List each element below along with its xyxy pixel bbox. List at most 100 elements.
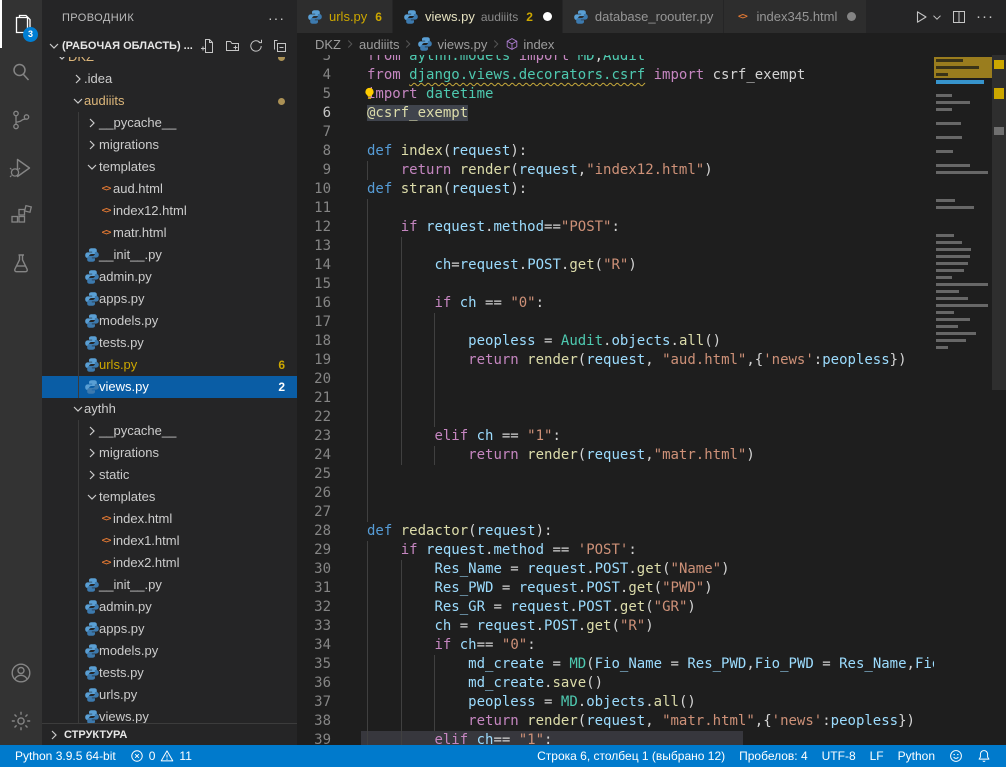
code-line-10[interactable]: 10def stran(request): xyxy=(297,180,1006,199)
testing-icon[interactable] xyxy=(0,240,42,288)
tree-item-__init__.py[interactable]: __init__.py xyxy=(42,574,297,596)
editor-more-actions-icon[interactable]: ··· xyxy=(974,6,996,28)
account-icon[interactable] xyxy=(0,649,42,697)
code-line-33[interactable]: 33 ch = request.POST.get("R") xyxy=(297,617,1006,636)
tree-item-static[interactable]: static xyxy=(42,464,297,486)
tab-index345.html[interactable]: <>index345.html xyxy=(724,0,867,33)
code-line-15[interactable]: 15 xyxy=(297,275,1006,294)
code-line-27[interactable]: 27 xyxy=(297,503,1006,522)
tree-item-urls.py[interactable]: urls.py6 xyxy=(42,354,297,376)
search-icon[interactable] xyxy=(0,48,42,96)
run-dropdown-icon[interactable] xyxy=(930,6,944,28)
new-folder-button[interactable] xyxy=(223,37,241,55)
status-problems[interactable]: 011 xyxy=(123,745,199,767)
status-encoding[interactable]: UTF-8 xyxy=(815,745,863,767)
status-notifications[interactable] xyxy=(970,745,998,767)
code-line-4[interactable]: 4from django.views.decorators.csrf impor… xyxy=(297,66,1006,85)
code-line-14[interactable]: 14 ch=request.POST.get("R") xyxy=(297,256,1006,275)
breadcrumb-item-DKZ[interactable]: DKZ xyxy=(315,37,341,52)
tree-item-__init__.py[interactable]: __init__.py xyxy=(42,244,297,266)
collapse-folders-button[interactable] xyxy=(271,37,289,55)
code-line-34[interactable]: 34 if ch== "0": xyxy=(297,636,1006,655)
tree-item-index2.html[interactable]: <>index2.html xyxy=(42,552,297,574)
extensions-icon[interactable] xyxy=(0,192,42,240)
tree-item-DKZ[interactable]: DKZ xyxy=(42,57,297,68)
tab-database_roouter.py[interactable]: database_roouter.py xyxy=(563,0,725,33)
tree-item-aythh[interactable]: aythh xyxy=(42,398,297,420)
explorer-more-actions-icon[interactable]: ··· xyxy=(268,10,285,26)
split-editor-button-icon[interactable] xyxy=(948,6,970,28)
tree-item-aud.html[interactable]: <>aud.html xyxy=(42,178,297,200)
tree-item-index.html[interactable]: <>index.html xyxy=(42,508,297,530)
tree-item-models.py[interactable]: models.py xyxy=(42,640,297,662)
tab-views.py[interactable]: views.pyaudiiits2 xyxy=(393,0,563,33)
minimap[interactable] xyxy=(934,55,992,745)
status-cursor-position[interactable]: Строка 6, столбец 1 (выбрано 12) xyxy=(530,745,732,767)
editor-scrollbar[interactable] xyxy=(992,55,1006,390)
code-line-35[interactable]: 35 md_create = MD(Fio_Name = Res_PWD,Fio… xyxy=(297,655,1006,674)
tree-item-index1.html[interactable]: <>index1.html xyxy=(42,530,297,552)
run-button-icon[interactable] xyxy=(910,6,932,28)
code-line-3[interactable]: 3from aythh.models import MD,Audit xyxy=(297,55,1006,66)
tree-item-migrations[interactable]: migrations xyxy=(42,134,297,156)
tree-item-models.py[interactable]: models.py xyxy=(42,310,297,332)
code-line-7[interactable]: 7 xyxy=(297,123,1006,142)
modified-dot-icon[interactable] xyxy=(847,12,856,21)
code-line-30[interactable]: 30 Res_Name = request.POST.get("Name") xyxy=(297,560,1006,579)
new-file-button[interactable] xyxy=(199,37,217,55)
code-line-5[interactable]: 5import datetime xyxy=(297,85,1006,104)
refresh-explorer-button[interactable] xyxy=(247,37,265,55)
tree-item-tests.py[interactable]: tests.py xyxy=(42,662,297,684)
code-line-9[interactable]: 9 return render(request,"index12.html") xyxy=(297,161,1006,180)
status-language-mode[interactable]: Python xyxy=(891,745,942,767)
tree-item-tests.py[interactable]: tests.py xyxy=(42,332,297,354)
code-line-31[interactable]: 31 Res_PWD = request.POST.get("PWD") xyxy=(297,579,1006,598)
tree-item-matr.html[interactable]: <>matr.html xyxy=(42,222,297,244)
code-line-8[interactable]: 8def index(request): xyxy=(297,142,1006,161)
code-line-6[interactable]: 6@csrf_exempt xyxy=(297,104,1006,123)
code-line-17[interactable]: 17 xyxy=(297,313,1006,332)
code-line-18[interactable]: 18 peopless = Audit.objects.all() xyxy=(297,332,1006,351)
code-line-20[interactable]: 20 xyxy=(297,370,1006,389)
status-eol[interactable]: LF xyxy=(863,745,891,767)
code-line-12[interactable]: 12 if request.method=="POST": xyxy=(297,218,1006,237)
breadcrumb-item-audiiits[interactable]: audiiits xyxy=(359,37,399,52)
explorer-icon[interactable]: 3 xyxy=(0,0,42,48)
status-feedback[interactable] xyxy=(942,745,970,767)
settings-icon[interactable] xyxy=(0,697,42,745)
code-line-23[interactable]: 23 elif ch == "1": xyxy=(297,427,1006,446)
run-debug-icon[interactable] xyxy=(0,144,42,192)
tree-item-templates[interactable]: templates xyxy=(42,486,297,508)
code-line-22[interactable]: 22 xyxy=(297,408,1006,427)
tab-urls.py[interactable]: urls.py6 xyxy=(297,0,393,33)
tree-item-index12.html[interactable]: <>index12.html xyxy=(42,200,297,222)
code-line-26[interactable]: 26 xyxy=(297,484,1006,503)
workspace-section-header[interactable]: (РАБОЧАЯ ОБЛАСТЬ) ... xyxy=(42,35,297,57)
status-indentation[interactable]: Пробелов: 4 xyxy=(732,745,815,767)
code-line-13[interactable]: 13 xyxy=(297,237,1006,256)
tree-item-migrations[interactable]: migrations xyxy=(42,442,297,464)
code-editor[interactable]: 3from aythh.models import MD,Audit4from … xyxy=(297,55,1006,745)
outline-section-header[interactable]: СТРУКТУРА xyxy=(42,723,297,745)
tree-item-views.py[interactable]: views.py xyxy=(42,706,297,723)
code-line-24[interactable]: 24 return render(request,"matr.html") xyxy=(297,446,1006,465)
breadcrumb-item-index[interactable]: index xyxy=(505,37,554,52)
tree-item-admin.py[interactable]: admin.py xyxy=(42,266,297,288)
code-line-29[interactable]: 29 if request.method == 'POST': xyxy=(297,541,1006,560)
tree-item-audiiits[interactable]: audiiits xyxy=(42,90,297,112)
breadcrumb-item-views.py[interactable]: views.py xyxy=(417,36,487,52)
modified-dot-icon[interactable] xyxy=(543,12,552,21)
code-line-25[interactable]: 25 xyxy=(297,465,1006,484)
tree-item-views.py[interactable]: views.py2 xyxy=(42,376,297,398)
tree-item-__pycache__[interactable]: __pycache__ xyxy=(42,112,297,134)
code-line-36[interactable]: 36 md_create.save() xyxy=(297,674,1006,693)
code-line-11[interactable]: 11 xyxy=(297,199,1006,218)
tree-item-__pycache__[interactable]: __pycache__ xyxy=(42,420,297,442)
code-line-38[interactable]: 38 return render(request, "matr.html",{'… xyxy=(297,712,1006,731)
tree-item-templates[interactable]: templates xyxy=(42,156,297,178)
tree-item-admin.py[interactable]: admin.py xyxy=(42,596,297,618)
tree-item-urls.py[interactable]: urls.py xyxy=(42,684,297,706)
code-line-39[interactable]: 39 elif ch== "1": xyxy=(297,731,1006,745)
tree-item-apps.py[interactable]: apps.py xyxy=(42,288,297,310)
tree-item-.idea[interactable]: .idea xyxy=(42,68,297,90)
